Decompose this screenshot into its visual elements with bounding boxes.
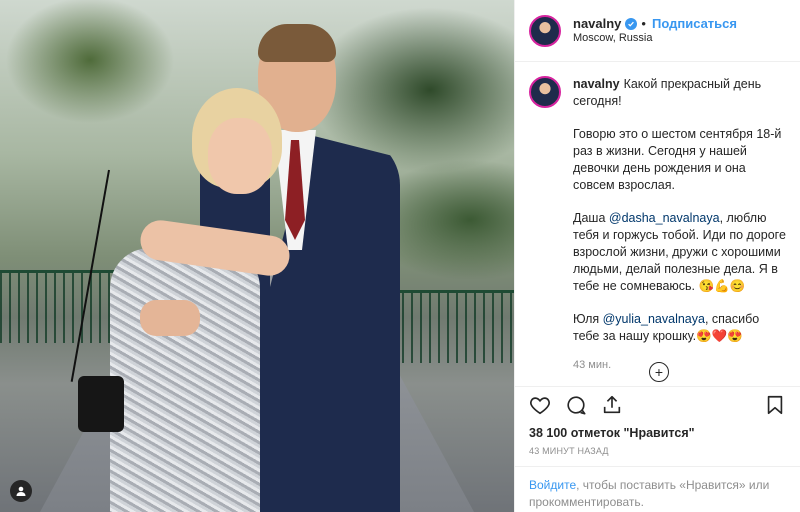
photo-woman: [100, 88, 293, 512]
login-prompt: Войдите, чтобы поставить «Нравится» или …: [515, 466, 800, 511]
action-bar: [515, 386, 800, 422]
separator-dot: •: [641, 15, 646, 31]
caption-paragraph-2: Говорю это о шестом сентября 18-й раз в …: [573, 127, 782, 192]
caption-avatar[interactable]: [529, 76, 561, 108]
bookmark-icon[interactable]: [764, 394, 786, 416]
comment-icon[interactable]: [565, 394, 587, 416]
mention-dasha[interactable]: @dasha_navalnaya: [609, 211, 720, 225]
post-photo[interactable]: [0, 0, 514, 512]
caption-p3-before: Даша: [573, 211, 609, 225]
person-icon[interactable]: [10, 480, 32, 502]
share-icon[interactable]: [601, 394, 623, 416]
login-link[interactable]: Войдите: [529, 478, 576, 492]
verified-badge-icon: [625, 17, 638, 30]
plus-circle-icon[interactable]: +: [649, 362, 669, 382]
handbag: [78, 376, 124, 432]
heart-icon[interactable]: [529, 394, 551, 416]
post-header: navalny • Подписаться Moscow, Russia: [515, 0, 800, 62]
follow-button[interactable]: Подписаться: [652, 16, 737, 32]
mention-yulia[interactable]: @yulia_navalnaya: [603, 312, 705, 326]
post-side-panel: navalny • Подписаться Moscow, Russia nav…: [514, 0, 800, 512]
caption-p4-before: Юля: [573, 312, 603, 326]
likes-count[interactable]: 38 100 отметок "Нравится": [529, 426, 695, 440]
post-timestamp[interactable]: 43 минут назад: [529, 446, 609, 456]
caption-time-ago: 43 мин.: [573, 359, 612, 371]
location-link[interactable]: Moscow, Russia: [573, 32, 737, 46]
caption: navalny Какой прекрасный день сегодня! Го…: [515, 62, 800, 374]
profile-avatar[interactable]: [529, 14, 561, 47]
hand: [140, 300, 200, 336]
instagram-post: navalny • Подписаться Moscow, Russia nav…: [0, 0, 800, 512]
caption-username[interactable]: navalny: [573, 77, 620, 91]
header-username[interactable]: navalny: [573, 16, 621, 32]
